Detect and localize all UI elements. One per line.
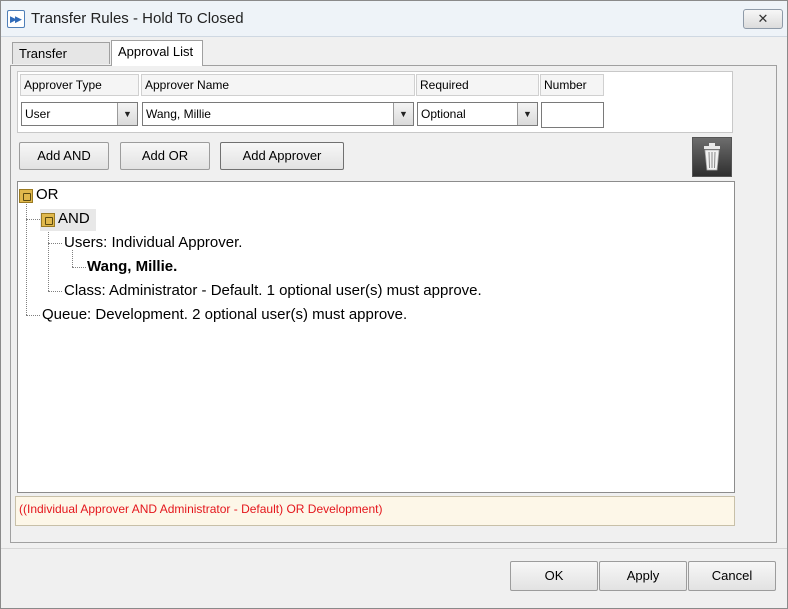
tree-node-class[interactable]: Class: Administrator - Default. 1 option… (64, 282, 482, 300)
add-or-button[interactable]: Add OR (120, 142, 210, 170)
tree-node-or[interactable]: OR (36, 186, 59, 204)
divider (1, 548, 787, 549)
dialog-window: ▶ ▶ Transfer Rules - Hold To Closed ✕ Tra… (0, 0, 788, 609)
ok-button[interactable]: OK (510, 561, 598, 591)
required-value: Optional (421, 107, 466, 121)
column-header-approver-type: Approver Type (20, 74, 139, 96)
approver-type-select[interactable]: User ▼ (21, 102, 138, 126)
close-button[interactable]: ✕ (743, 9, 783, 29)
tree-connector (48, 291, 62, 292)
tree-node-users[interactable]: Users: Individual Approver. (64, 234, 242, 252)
required-select[interactable]: Optional ▼ (417, 102, 538, 126)
tree-node-queue[interactable]: Queue: Development. 2 optional user(s) m… (42, 306, 407, 324)
close-icon: ✕ (757, 11, 769, 26)
tab-transfer-rules[interactable]: Transfer Rules (12, 42, 110, 83)
add-and-button[interactable]: Add AND (19, 142, 109, 170)
tab-label: Approval List (118, 44, 194, 59)
delete-button[interactable] (692, 137, 732, 177)
approver-name-value: Wang, Millie (146, 107, 211, 121)
add-approver-button[interactable]: Add Approver (220, 142, 344, 170)
column-header-approver-name: Approver Name (141, 74, 415, 96)
column-header-number: Number (540, 74, 604, 96)
window-title: Transfer Rules - Hold To Closed (31, 10, 244, 27)
column-header-required: Required (416, 74, 539, 96)
approval-tree[interactable]: OR AND Users: Individual Approver. Wang,… (17, 181, 735, 493)
tree-group-icon (41, 213, 55, 227)
approver-name-select[interactable]: Wang, Millie ▼ (142, 102, 414, 126)
approval-expression: ((Individual Approver AND Administrator … (15, 496, 735, 526)
tree-connector (48, 243, 62, 244)
dropdown-arrow-icon[interactable]: ▼ (393, 103, 413, 125)
approver-grid: Approver Type Approver Name Required Num… (17, 71, 733, 133)
tree-connector (26, 219, 40, 220)
tree-node-user-leaf[interactable]: Wang, Millie. (87, 258, 177, 276)
tree-node-and[interactable]: AND (58, 210, 90, 228)
tree-group-icon (19, 189, 33, 203)
tree-connector (26, 315, 40, 316)
tree-connector (72, 267, 86, 268)
number-input[interactable] (541, 102, 604, 128)
apply-button[interactable]: Apply (599, 561, 687, 591)
app-icon: ▶ ▶ (7, 10, 25, 28)
dropdown-arrow-icon[interactable]: ▼ (117, 103, 137, 125)
cancel-button[interactable]: Cancel (688, 561, 776, 591)
tree-connector (72, 250, 73, 267)
tree-connector (48, 226, 49, 291)
title-bar: ▶ ▶ Transfer Rules - Hold To Closed ✕ (1, 1, 787, 37)
tab-approval-list[interactable]: Approval List (111, 40, 203, 66)
trash-icon (704, 143, 720, 171)
dropdown-arrow-icon[interactable]: ▼ (517, 103, 537, 125)
approver-type-value: User (25, 107, 51, 121)
